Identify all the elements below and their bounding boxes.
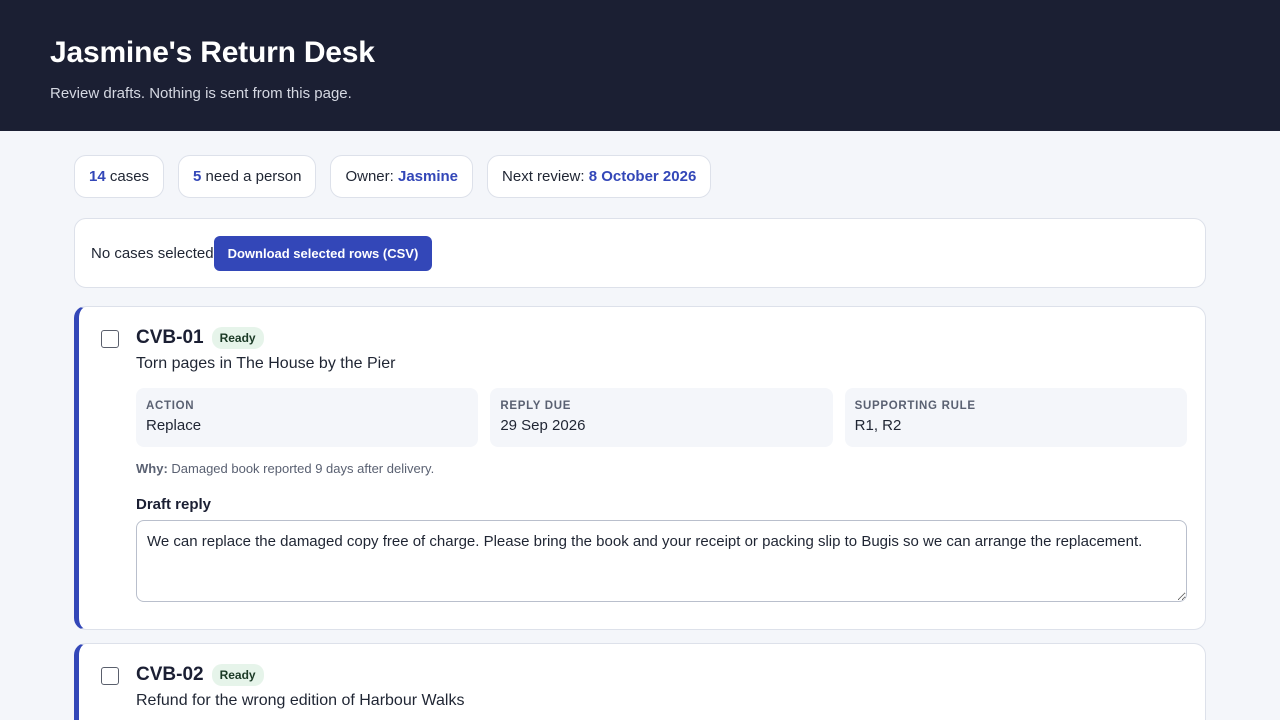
fact-value: Replace [146,417,202,434]
main-content: 14 cases 5 need a person Owner: Jasmine … [0,131,1280,720]
stat-need-person: 5 need a person [178,155,317,198]
case-header: CVB-02 Ready [136,664,1187,686]
case-card: CVB-01 Ready Torn pages in The House by … [74,306,1206,630]
status-badge: Ready [211,327,264,349]
stat-review-label: Next review: [502,168,589,185]
stat-owner-label: Owner: [345,168,398,185]
page-subtitle: Review drafts. Nothing is sent from this… [50,85,352,102]
stat-owner: Owner: Jasmine [330,155,474,198]
case-card: CVB-02 Ready Refund for the wrong editio… [74,643,1206,720]
fact-reply-due: REPLY DUE 29 Sep 2026 [490,388,833,447]
stat-cases: 14 cases [74,155,165,198]
case-select-checkbox[interactable] [101,330,119,348]
stat-cases-count: 14 [89,168,106,185]
case-body: CVB-02 Ready Refund for the wrong editio… [136,664,1187,710]
case-title: Refund for the wrong edition of Harbour … [136,692,465,709]
selection-bar: No cases selected Download selected rows… [74,218,1206,288]
case-title: Torn pages in The House by the Pier [136,355,396,372]
case-select-checkbox[interactable] [101,667,119,685]
case-body: CVB-01 Ready Torn pages in The House by … [136,327,1187,607]
stat-need-count: 5 [193,168,202,185]
fact-label: ACTION [146,400,195,412]
case-id: CVB-02 [136,664,204,685]
fact-label: REPLY DUE [500,400,572,412]
stat-owner-value: Jasmine [397,168,459,185]
download-csv-button[interactable]: Download selected rows (CSV) [213,235,433,271]
stat-review-value: 8 October 2026 [588,168,697,185]
fact-value: 29 Sep 2026 [500,417,586,434]
fact-value: R1, R2 [854,417,902,434]
selection-status: No cases selected [91,244,214,262]
case-header: CVB-01 Ready [136,327,1187,349]
stat-need-label: need a person [201,168,302,185]
fact-supporting-rule: SUPPORTING RULE R1, R2 [844,388,1187,447]
case-id: CVB-01 [136,327,204,348]
status-badge: Ready [211,664,264,686]
why-text: Damaged book reported 9 days after deliv… [167,461,435,476]
draft-reply-label: Draft reply [136,496,212,513]
page-header: Jasmine's Return Desk Review drafts. Not… [0,0,1280,131]
draft-reply-textarea[interactable]: We can replace the damaged copy free of … [136,520,1187,602]
case-why: Why: Damaged book reported 9 days after … [136,461,1187,476]
why-label: Why: [136,461,168,476]
stat-cases-label: cases [105,168,150,185]
case-facts: ACTION Replace REPLY DUE 29 Sep 2026 SUP… [136,388,1187,447]
fact-action: ACTION Replace [136,388,479,447]
stat-next-review: Next review: 8 October 2026 [487,155,712,198]
fact-label: SUPPORTING RULE [854,400,976,412]
stats-bar: 14 cases 5 need a person Owner: Jasmine … [74,155,1206,198]
page-title: Jasmine's Return Desk [50,36,375,69]
